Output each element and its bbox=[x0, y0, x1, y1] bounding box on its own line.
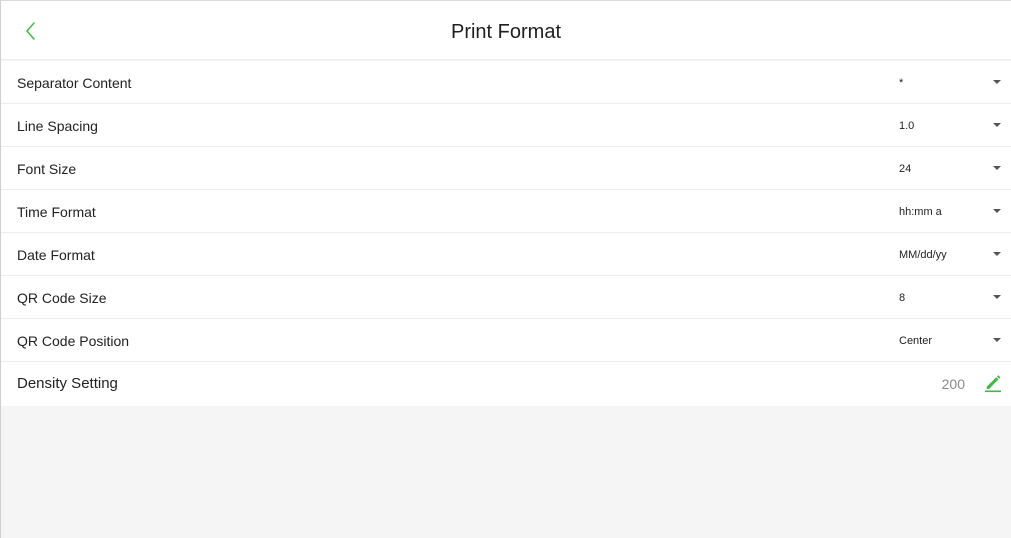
setting-label: Date Format bbox=[17, 247, 95, 263]
dropdown-value: 24 bbox=[899, 163, 912, 175]
density-edit-button[interactable] bbox=[981, 370, 1005, 394]
setting-label: QR Code Position bbox=[17, 333, 130, 349]
setting-row-line-spacing: Line Spacing 1.0 bbox=[1, 104, 1011, 147]
dropdown-caret-icon bbox=[993, 123, 1001, 127]
setting-row-separator-content: Separator Content * bbox=[1, 61, 1011, 104]
dropdown-value: 8 bbox=[899, 292, 906, 304]
page-title: Print Format bbox=[450, 21, 562, 43]
dropdown-caret-icon bbox=[993, 209, 1001, 213]
time-format-dropdown[interactable]: hh:mm a bbox=[889, 190, 1011, 232]
setting-row-time-format: Time Format hh:mm a bbox=[1, 190, 1011, 233]
line-spacing-dropdown[interactable]: 1.0 bbox=[889, 104, 1011, 146]
dropdown-value: 1.0 bbox=[899, 120, 915, 132]
setting-label: Density Setting bbox=[17, 375, 118, 392]
dropdown-caret-icon bbox=[993, 80, 1001, 84]
dropdown-caret-icon bbox=[993, 166, 1001, 170]
setting-row-density[interactable]: Density Setting 200 bbox=[1, 362, 1011, 406]
setting-label: Separator Content bbox=[17, 75, 132, 91]
qr-code-position-dropdown[interactable]: Center bbox=[889, 319, 1011, 361]
setting-row-qr-code-position: QR Code Position Center bbox=[1, 319, 1011, 362]
app-header: Print Format bbox=[1, 1, 1011, 60]
setting-label: Font Size bbox=[17, 161, 77, 177]
date-format-dropdown[interactable]: MM/dd/yy bbox=[889, 233, 1011, 275]
setting-row-font-size: Font Size 24 bbox=[1, 147, 1011, 190]
font-size-dropdown[interactable]: 24 bbox=[889, 147, 1011, 189]
dropdown-value: MM/dd/yy bbox=[899, 249, 947, 261]
setting-row-qr-code-size: QR Code Size 8 bbox=[1, 276, 1011, 319]
dropdown-caret-icon bbox=[993, 338, 1001, 342]
qr-code-size-dropdown[interactable]: 8 bbox=[889, 276, 1011, 318]
dropdown-caret-icon bbox=[993, 295, 1001, 299]
setting-label: Line Spacing bbox=[17, 118, 98, 134]
dropdown-caret-icon bbox=[993, 252, 1001, 256]
print-format-screen: Print Format Separator Content * Line Sp… bbox=[0, 0, 1011, 538]
pencil-icon bbox=[985, 375, 1001, 393]
dropdown-value: * bbox=[899, 77, 904, 89]
dropdown-value: hh:mm a bbox=[899, 206, 942, 218]
settings-list: Separator Content * Line Spacing 1.0 Fon… bbox=[1, 61, 1011, 406]
setting-label: QR Code Size bbox=[17, 290, 107, 306]
setting-label: Time Format bbox=[17, 204, 96, 220]
separator-content-dropdown[interactable]: * bbox=[889, 61, 1011, 103]
dropdown-value: Center bbox=[899, 335, 933, 347]
density-value: 200 bbox=[941, 376, 965, 392]
setting-row-date-format: Date Format MM/dd/yy bbox=[1, 233, 1011, 276]
